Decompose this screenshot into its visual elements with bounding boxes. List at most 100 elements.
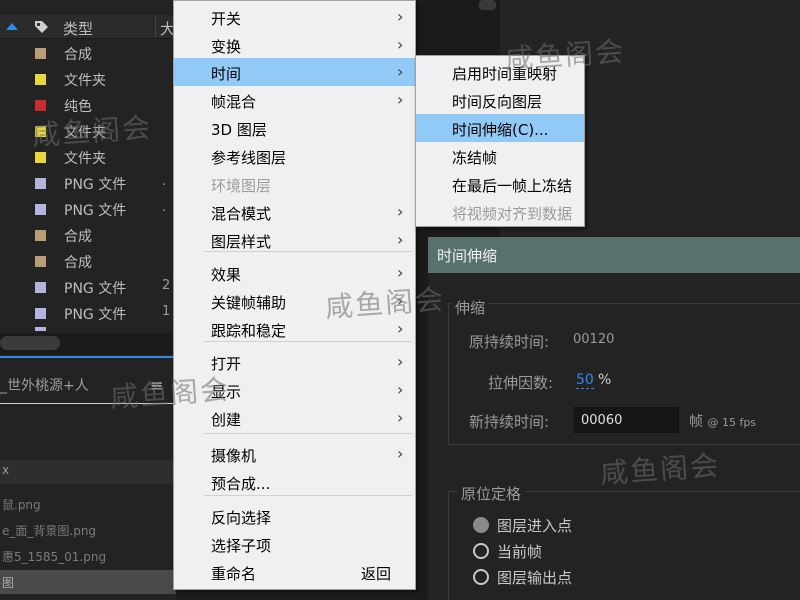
close-icon[interactable]: x xyxy=(2,463,9,477)
item-type: 合成 xyxy=(64,47,92,63)
submenu-item-label: 时间反向图层 xyxy=(452,93,543,111)
radio-label: 当前帧 xyxy=(497,543,543,561)
panel-menu-icon[interactable]: ≡ xyxy=(150,376,163,395)
project-item[interactable]: 文件夹 xyxy=(0,145,176,171)
menu-item[interactable]: 帧混合 › xyxy=(174,86,415,114)
menu-item[interactable]: 3D 图层 xyxy=(174,114,415,142)
project-item[interactable]: 文件夹 xyxy=(0,119,176,145)
timeline-layer[interactable]: e_面_背景图.png xyxy=(0,518,176,542)
new-duration-input[interactable] xyxy=(574,407,679,433)
label-color-swatch[interactable] xyxy=(35,327,46,331)
label-color-swatch[interactable] xyxy=(35,178,46,189)
submenu-item[interactable]: 时间反向图层 xyxy=(416,86,584,114)
label-color-swatch[interactable] xyxy=(35,74,46,85)
label-color-swatch[interactable] xyxy=(35,230,46,241)
column-header-type[interactable]: 类型 xyxy=(63,18,93,39)
vertical-scrollbar[interactable] xyxy=(479,0,496,10)
chevron-right-icon: › xyxy=(397,263,404,282)
menu-item[interactable]: 效果 › xyxy=(174,259,415,287)
dialog-title: 时间伸缩 xyxy=(437,247,498,265)
menu-item[interactable]: 时间 › xyxy=(174,58,415,86)
item-type: PNG 文件 xyxy=(64,307,127,323)
project-item[interactable]: PNG 文件. xyxy=(0,197,176,223)
chevron-right-icon: › xyxy=(397,202,404,221)
label-color-swatch[interactable] xyxy=(35,256,46,267)
label-color-swatch[interactable] xyxy=(35,152,46,163)
label-color-swatch[interactable] xyxy=(35,126,46,137)
menu-item-label: 反向选择 xyxy=(211,509,272,527)
menu-item-shortcut: 返回 xyxy=(361,565,392,583)
chevron-right-icon: › xyxy=(397,7,404,26)
fps-note: @ 15 fps xyxy=(707,416,757,429)
item-type: 纯色 xyxy=(64,99,92,115)
submenu-item[interactable]: 冻结帧 xyxy=(416,142,584,170)
menu-item-label: 环境图层 xyxy=(211,177,272,195)
menu-item-label: 时间 xyxy=(211,65,242,83)
menu-item-label: 图层样式 xyxy=(211,233,272,251)
dialog-titlebar[interactable]: 时间伸缩 xyxy=(428,237,800,273)
project-item[interactable]: 文件夹 xyxy=(0,67,176,93)
item-type: PNG 文件 xyxy=(64,281,127,297)
project-item[interactable]: 纯色 xyxy=(0,93,176,119)
menu-item[interactable]: 反向选择 xyxy=(174,502,415,530)
composition-tab[interactable]: _世外桃源+人 xyxy=(0,375,89,395)
menu-item-label: 打开 xyxy=(211,355,242,373)
project-item[interactable]: PNG 文件 2 xyxy=(0,275,176,301)
item-type: 文件夹 xyxy=(64,151,106,167)
submenu-item[interactable]: 时间伸缩(C)... xyxy=(416,114,584,142)
menu-item[interactable]: 混合模式 › xyxy=(174,198,415,226)
timeline-layer[interactable]: 图 xyxy=(0,570,176,594)
stretch-factor-unit: % xyxy=(598,372,612,388)
project-item[interactable]: PNG 文件 1 xyxy=(0,301,176,327)
menu-item[interactable]: 预合成... xyxy=(174,468,415,496)
label-color-swatch[interactable] xyxy=(35,48,46,59)
new-duration-label: 新持续时间: xyxy=(469,413,550,431)
original-duration-label: 原持续时间: xyxy=(469,333,550,351)
menu-item-label: 显示 xyxy=(211,383,242,401)
chevron-right-icon: › xyxy=(397,35,404,54)
chevron-right-icon: › xyxy=(397,90,404,109)
menu-item[interactable]: 显示 › xyxy=(174,376,415,404)
project-item[interactable]: 合成 xyxy=(0,223,176,249)
radio-button[interactable] xyxy=(473,543,489,559)
item-size: . xyxy=(162,200,167,215)
menu-item[interactable]: 选择子项 xyxy=(174,530,415,558)
label-tag-icon[interactable] xyxy=(33,19,49,35)
chevron-right-icon: › xyxy=(397,444,404,463)
sort-ascending-icon[interactable] xyxy=(6,23,18,30)
project-panel: 类型 大 合成 文件夹 纯色 文件夹 文件夹 PNG 文件. PNG 文件. 合成 合成 PNG … xyxy=(0,0,176,600)
project-item[interactable]: 合成 xyxy=(0,249,176,275)
menu-item[interactable]: 创建 › xyxy=(174,404,415,432)
menu-item[interactable]: 关键帧辅助 › xyxy=(174,287,415,315)
menu-item[interactable]: 开关 › xyxy=(174,3,415,31)
timeline-layer[interactable]: 鼠.png xyxy=(0,492,176,516)
menu-item[interactable]: 参考线图层 xyxy=(174,142,415,170)
label-color-swatch[interactable] xyxy=(35,100,46,111)
project-item[interactable]: PNG 文件. xyxy=(0,171,176,197)
stretch-factor-scrubber[interactable]: 50 xyxy=(576,372,594,389)
project-column-header: 类型 大 xyxy=(0,15,176,39)
radio-button[interactable] xyxy=(473,569,489,585)
menu-item[interactable]: 跟踪和稳定 › xyxy=(174,315,415,343)
menu-item[interactable]: 图层样式 › xyxy=(174,226,415,254)
submenu-item[interactable]: 在最后一帧上冻结 xyxy=(416,170,584,198)
horizontal-scrollbar[interactable] xyxy=(0,336,60,350)
timeline-layer[interactable]: 惠5_1585_01.png xyxy=(0,544,176,568)
radio-label: 图层进入点 xyxy=(497,517,573,535)
menu-item[interactable]: 变换 › xyxy=(174,31,415,59)
label-color-swatch[interactable] xyxy=(35,204,46,215)
submenu-item[interactable]: 启用时间重映射 xyxy=(416,58,584,86)
item-size: . xyxy=(162,174,167,189)
menu-item[interactable]: 重命名 返回 xyxy=(174,558,415,586)
column-divider[interactable] xyxy=(155,17,156,37)
menu-item-label: 3D 图层 xyxy=(211,121,267,139)
label-color-swatch[interactable] xyxy=(35,282,46,293)
radio-button[interactable] xyxy=(473,517,489,533)
menu-item[interactable]: 摄像机 › xyxy=(174,440,415,468)
hold-in-place-label: 原位定格 xyxy=(458,483,525,504)
menu-item-label: 预合成... xyxy=(211,475,271,493)
project-item[interactable]: 合成 xyxy=(0,41,176,67)
layer-context-menu: 开关 › 变换 › 时间 › 帧混合 › 3D 图层 参考线图层 环境图层 混合模式 › 图层样式 › 效果 ›… xyxy=(173,0,416,590)
menu-item[interactable]: 打开 › xyxy=(174,348,415,376)
label-color-swatch[interactable] xyxy=(35,308,46,319)
